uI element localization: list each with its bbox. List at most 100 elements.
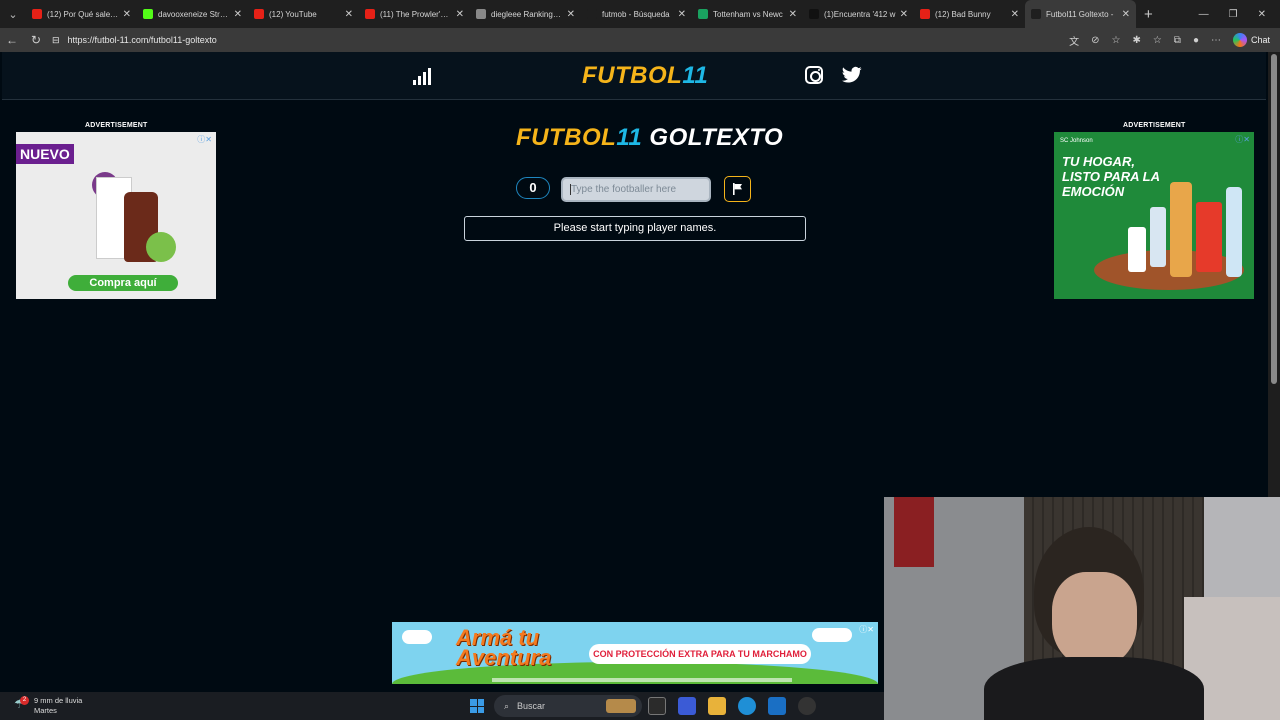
profile-icon[interactable]: ● xyxy=(1193,35,1199,46)
ad-fine-print xyxy=(492,678,792,682)
url-text: https://futbol-11.com/futbol11-goltexto xyxy=(67,35,217,45)
obs-icon[interactable] xyxy=(798,697,816,715)
browser-tab[interactable]: futmob - Búsqueda ✕ xyxy=(581,0,692,28)
ad-product-image xyxy=(1170,182,1192,277)
tab-search-icon[interactable]: ⌄ xyxy=(0,0,26,28)
ad-product-image xyxy=(1196,202,1222,272)
ad-choices-icon[interactable]: ⓘ✕ xyxy=(1235,134,1250,145)
tab-title: Tottenham vs Newc xyxy=(713,9,783,19)
reload-icon[interactable]: ↻ xyxy=(24,33,48,47)
copilot-icon xyxy=(1232,33,1247,47)
tab-favicon-icon xyxy=(587,9,597,19)
address-bar: ← ↻ ⊟ https://futbol-11.com/futbol11-gol… xyxy=(0,28,1280,52)
status-message: Please start typing player names. xyxy=(464,216,806,241)
restore-icon[interactable]: ❐ xyxy=(1229,9,1238,20)
edge-icon[interactable] xyxy=(738,697,756,715)
windows-taskbar: ☂ 2 9 mm de lluvia Martes ⌕ Buscar xyxy=(0,692,884,720)
ad-pill-text: CON PROTECCIÓN EXTRA PARA TU MARCHAMO xyxy=(589,644,811,664)
weather-day: Martes xyxy=(34,706,57,715)
tab-close-icon[interactable]: ✕ xyxy=(789,9,797,20)
copilot-taskbar-icon[interactable] xyxy=(678,697,696,715)
browser-tab[interactable]: Futbol11 Goltexto - ✕ xyxy=(1025,0,1136,28)
ad-left[interactable]: NUEVO Compra aquí ⓘ✕ xyxy=(16,132,216,299)
tab-close-icon[interactable]: ✕ xyxy=(123,9,131,20)
favorites-bar-icon[interactable]: ☆ xyxy=(1153,35,1162,46)
browser-tab[interactable]: (12) Por Qué sale CA ✕ xyxy=(26,0,137,28)
tab-favicon-icon xyxy=(365,9,375,19)
ad-right[interactable]: SC Johnson TU HOGAR, LISTO PARA LA EMOCI… xyxy=(1054,132,1254,299)
url-field[interactable]: ⊟ https://futbol-11.com/futbol11-goltext… xyxy=(52,30,1069,50)
tab-title: (12) YouTube xyxy=(269,9,317,19)
copilot-chat-button[interactable]: Chat xyxy=(1232,33,1270,47)
translate-icon[interactable]: 文 xyxy=(1069,33,1079,48)
ad-bottom-banner[interactable]: Armá tu Aventura CON PROTECCIÓN EXTRA PA… xyxy=(392,622,878,684)
tab-close-icon[interactable]: ✕ xyxy=(1011,9,1019,20)
tabs-list: (12) Por Qué sale CA ✕ davooxeneize Stream… xyxy=(26,0,1136,28)
minimize-icon[interactable]: — xyxy=(1199,9,1209,20)
ad-headline: TU HOGAR, LISTO PARA LA EMOCIÓN xyxy=(1062,154,1160,199)
site-logo[interactable]: FUTBOL11 xyxy=(582,62,708,90)
more-icon[interactable]: ⋯ xyxy=(1211,35,1221,46)
game-title: FUTBOL11 GOLTEXTO xyxy=(516,124,783,152)
player-name-input[interactable]: Type the footballer here xyxy=(561,177,711,202)
scrollbar-thumb[interactable] xyxy=(1271,54,1277,384)
collections-icon[interactable]: ⧉ xyxy=(1174,35,1181,46)
tab-close-icon[interactable]: ✕ xyxy=(567,9,575,20)
rain-icon: ☂ 2 xyxy=(14,696,29,713)
tab-close-icon[interactable]: ✕ xyxy=(1122,9,1130,20)
browser-tab[interactable]: (1)Encuentra '412 w ✕ xyxy=(803,0,914,28)
tab-close-icon[interactable]: ✕ xyxy=(900,9,908,20)
tab-close-icon[interactable]: ✕ xyxy=(234,9,242,20)
webcam-person-body xyxy=(984,657,1204,720)
ad-product-image xyxy=(1226,187,1242,277)
ad-leaf-image xyxy=(146,232,176,262)
ad-choices-icon[interactable]: ⓘ✕ xyxy=(197,134,212,145)
back-icon[interactable]: ← xyxy=(0,33,24,47)
tab-title: (12) Por Qué sale CA xyxy=(47,9,119,19)
browser-tab[interactable]: Tottenham vs Newc ✕ xyxy=(692,0,803,28)
ad-product-image xyxy=(1150,207,1166,267)
tab-close-icon[interactable]: ✕ xyxy=(345,9,353,20)
site-info-icon[interactable]: ⊟ xyxy=(52,35,60,46)
tab-favicon-icon xyxy=(920,9,930,19)
tab-favicon-icon xyxy=(476,9,486,19)
title-text-goltexto: GOLTEXTO xyxy=(649,124,784,151)
favorite-icon[interactable]: ☆ xyxy=(1111,35,1120,46)
tab-favicon-icon xyxy=(698,9,708,19)
stats-icon[interactable] xyxy=(413,67,431,85)
instagram-icon[interactable] xyxy=(805,66,823,84)
task-view-icon[interactable] xyxy=(648,697,666,715)
ad-product-image xyxy=(1128,227,1146,272)
close-window-icon[interactable]: ✕ xyxy=(1258,9,1266,20)
weather-badge: 2 xyxy=(20,696,29,705)
file-explorer-icon[interactable] xyxy=(708,697,726,715)
taskbar-search[interactable]: ⌕ Buscar xyxy=(494,695,642,717)
browser-tab[interactable]: (12) Bad Bunny ✕ xyxy=(914,0,1025,28)
browser-tab[interactable]: diegleee Ranking | Tr ✕ xyxy=(470,0,581,28)
browser-tab[interactable]: (11) The Prowler's Th ✕ xyxy=(359,0,470,28)
ad-brand: SC Johnson xyxy=(1060,138,1093,144)
browser-tab-strip: ⌄ (12) Por Qué sale CA ✕ davooxeneize Stre… xyxy=(0,0,1280,28)
tab-close-icon[interactable]: ✕ xyxy=(678,9,686,20)
search-label: Buscar xyxy=(517,701,546,711)
extensions-icon[interactable]: ✱ xyxy=(1132,35,1140,46)
browser-tab[interactable]: davooxeneize Stream ✕ xyxy=(137,0,248,28)
ad-cloud-image xyxy=(812,628,852,642)
give-up-button[interactable] xyxy=(724,176,751,202)
ad-cta-button[interactable]: Compra aquí xyxy=(68,275,178,291)
weather-widget[interactable]: ☂ 2 9 mm de lluvia Martes xyxy=(14,696,82,716)
tab-favicon-icon xyxy=(254,9,264,19)
block-icon[interactable]: ⊘ xyxy=(1091,35,1099,46)
site-header: FUTBOL11 xyxy=(2,52,1266,100)
new-tab-button[interactable]: + xyxy=(1136,6,1161,23)
tab-title: diegleee Ranking | Tr xyxy=(491,9,563,19)
browser-tab[interactable]: (12) YouTube ✕ xyxy=(248,0,359,28)
logo-text-11: 11 xyxy=(682,62,709,89)
windows-start-icon[interactable] xyxy=(470,699,484,713)
toolbar-right: 文 ⊘ ☆ ✱ ☆ ⧉ ● ⋯ Chat xyxy=(1069,33,1280,48)
store-icon[interactable] xyxy=(768,697,786,715)
tab-title: (11) The Prowler's Th xyxy=(380,9,452,19)
twitter-icon[interactable] xyxy=(842,66,862,84)
tab-close-icon[interactable]: ✕ xyxy=(456,9,464,20)
ad-choices-icon[interactable]: ⓘ✕ xyxy=(859,624,874,635)
